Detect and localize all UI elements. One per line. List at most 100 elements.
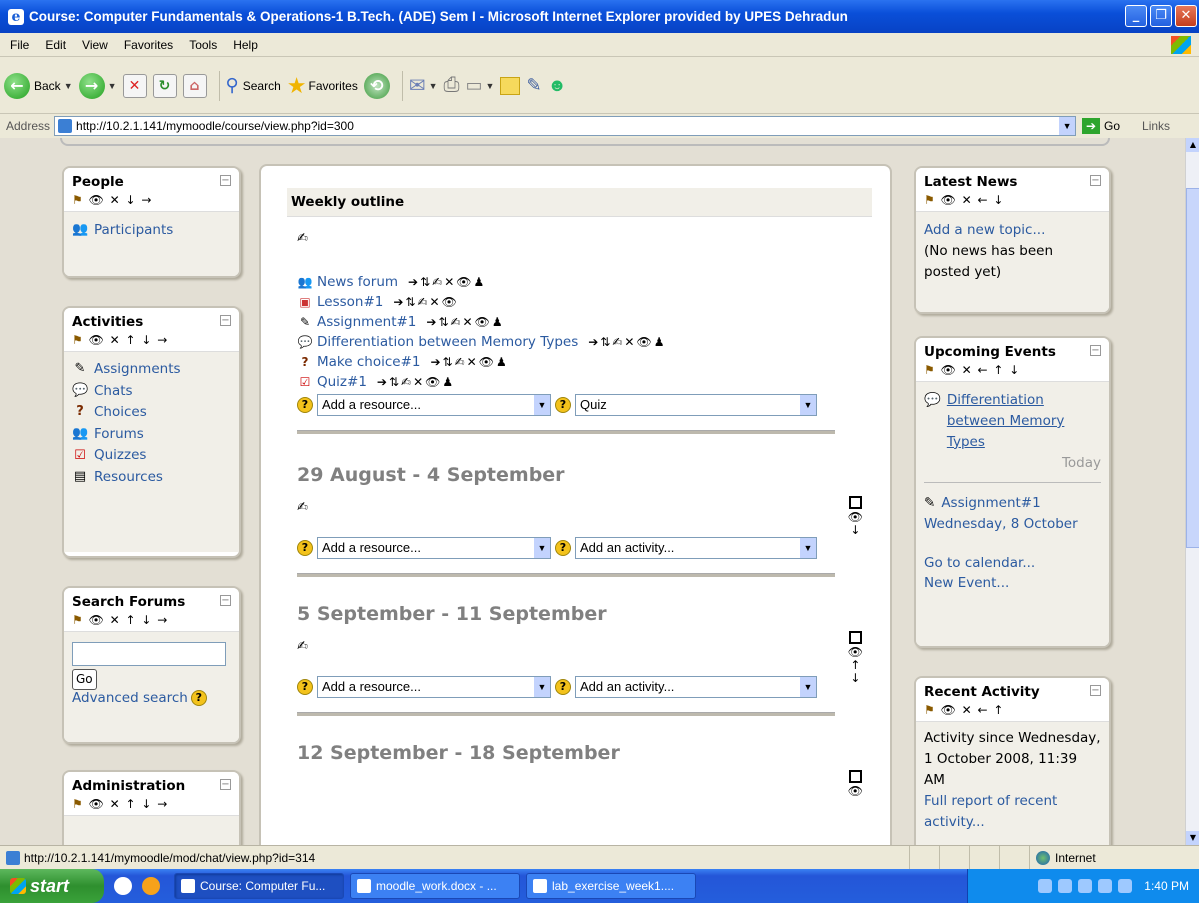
edit-summary-icon[interactable]: ✍ <box>297 500 835 515</box>
activity-link[interactable]: Lesson#1 <box>317 292 383 312</box>
help-icon[interactable]: ? <box>555 540 571 556</box>
week-controls[interactable]: 👁 <box>848 770 863 798</box>
scroll-down-icon[interactable]: ▼ <box>1186 831 1199 845</box>
address-dropdown-icon[interactable]: ▼ <box>1059 117 1076 135</box>
help-icon[interactable]: ? <box>297 540 313 556</box>
event-link[interactable]: Assignment#1 <box>941 493 1040 514</box>
calendar-link[interactable]: Go to calendar... <box>924 553 1101 574</box>
activity-link[interactable]: Make choice#1 <box>317 352 420 372</box>
block-edit-icons[interactable]: ⚑ 👁 ✕ ← ↑ <box>924 703 1101 717</box>
forums-link[interactable]: Forums <box>94 425 144 445</box>
refresh-button[interactable]: ↻ <box>152 73 177 98</box>
scroll-up-icon[interactable]: ▲ <box>1186 138 1199 152</box>
activity-link[interactable]: News forum <box>317 272 398 292</box>
vertical-scrollbar[interactable]: ▲ ▼ <box>1185 138 1199 845</box>
activity-edit-icons[interactable]: ➔⇅✍✕👁 <box>393 292 458 312</box>
edit-button[interactable]: ▭ ▼ <box>466 75 495 96</box>
block-edit-icons[interactable]: ⚑ 👁 ✕ ← ↓ <box>924 193 1101 207</box>
links-button[interactable]: Links <box>1142 119 1170 133</box>
clock[interactable]: 1:40 PM <box>1144 879 1189 893</box>
highlight-icon[interactable] <box>848 770 862 783</box>
collapse-icon[interactable]: − <box>220 779 231 790</box>
highlight-icon[interactable] <box>848 496 862 509</box>
menu-favorites[interactable]: Favorites <box>116 38 181 52</box>
activity-edit-icons[interactable]: ➔⇅✍✕👁♟ <box>588 332 666 352</box>
volume-icon[interactable] <box>1098 879 1113 893</box>
menu-help[interactable]: Help <box>225 38 266 52</box>
address-input[interactable]: http://10.2.1.141/mymoodle/course/view.p… <box>54 116 1077 136</box>
block-edit-icons[interactable]: ⚑ 👁 ✕ ↑ ↓ → <box>72 613 231 627</box>
menu-view[interactable]: View <box>74 38 116 52</box>
help-icon[interactable]: ? <box>555 679 571 695</box>
home-button[interactable]: ⌂ <box>182 73 207 98</box>
research-button[interactable]: ✎ <box>526 75 541 96</box>
add-activity-select[interactable]: Quiz ▼ <box>575 394 817 416</box>
edit-summary-icon[interactable]: ✍ <box>297 231 835 246</box>
resources-link[interactable]: Resources <box>94 468 163 488</box>
collapse-icon[interactable]: − <box>1090 175 1101 186</box>
block-edit-icons[interactable]: ⚑ 👁 ✕ ↑ ↓ → <box>72 797 231 811</box>
collapse-icon[interactable]: − <box>220 315 231 326</box>
help-icon[interactable]: ? <box>297 679 313 695</box>
block-edit-icons[interactable]: ⚑ 👁 ✕ ↓ → <box>72 193 231 207</box>
history-button[interactable]: ⟲ <box>363 72 390 99</box>
maximize-button[interactable]: ❐ <box>1150 5 1172 27</box>
block-edit-icons[interactable]: ⚑ 👁 ✕ ← ↑ ↓ <box>924 363 1101 377</box>
stop-button[interactable]: ✕ <box>122 73 147 98</box>
activity-edit-icons[interactable]: ➔⇅✍✕👁♟ <box>426 312 504 332</box>
menu-file[interactable]: File <box>2 38 37 52</box>
collapse-icon[interactable]: − <box>1090 685 1101 696</box>
go-button[interactable]: ➔ Go <box>1082 118 1120 134</box>
choices-link[interactable]: Choices <box>94 403 147 423</box>
assignments-link[interactable]: Assignments <box>94 360 181 380</box>
quizzes-link[interactable]: Quizzes <box>94 446 146 466</box>
add-activity-select[interactable]: Add an activity... ▼ <box>575 537 817 559</box>
search-button[interactable]: ⚲ Search <box>226 75 281 96</box>
full-report-link[interactable]: Full report of recent activity... <box>924 791 1101 833</box>
forward-button[interactable]: → ▼ <box>78 72 117 99</box>
participants-link[interactable]: Participants <box>94 220 173 241</box>
add-topic-link[interactable]: Add a new topic... <box>924 220 1101 241</box>
search-forums-input[interactable] <box>72 642 226 666</box>
tray-icon[interactable] <box>1038 879 1053 893</box>
chats-link[interactable]: Chats <box>94 382 133 402</box>
media-quicklaunch-icon[interactable] <box>142 877 160 895</box>
activity-edit-icons[interactable]: ➔⇅✍✕👁♟ <box>408 272 486 292</box>
activity-edit-icons[interactable]: ➔⇅✍✕👁♟ <box>377 372 455 392</box>
edit-summary-icon[interactable]: ✍ <box>297 639 835 654</box>
activity-link[interactable]: Assignment#1 <box>317 312 416 332</box>
scroll-thumb[interactable] <box>1186 188 1199 548</box>
back-button[interactable]: ← Back ▼ <box>4 72 73 99</box>
week-controls[interactable]: 👁 ↑ ↓ <box>848 631 863 685</box>
activity-edit-icons[interactable]: ➔⇅✍✕👁♟ <box>430 352 508 372</box>
add-resource-select[interactable]: Add a resource... ▼ <box>317 394 551 416</box>
add-activity-select[interactable]: Add an activity... ▼ <box>575 676 817 698</box>
new-event-link[interactable]: New Event... <box>924 573 1101 594</box>
help-icon[interactable]: ? <box>297 397 313 413</box>
print-button[interactable]: ⎙ <box>444 74 460 97</box>
highlight-icon[interactable] <box>848 631 862 644</box>
collapse-icon[interactable]: − <box>220 595 231 606</box>
activity-link[interactable]: Quiz#1 <box>317 372 367 392</box>
block-edit-icons[interactable]: ⚑ 👁 ✕ ↑ ↓ → <box>72 333 231 347</box>
ie-quicklaunch-icon[interactable] <box>114 877 132 895</box>
favorites-button[interactable]: ★ Favorites <box>287 73 358 99</box>
help-icon[interactable]: ? <box>555 397 571 413</box>
search-go-button[interactable]: Go <box>72 669 97 690</box>
menu-tools[interactable]: Tools <box>181 38 225 52</box>
advanced-search-link[interactable]: Advanced search <box>72 688 188 709</box>
tray-icon[interactable] <box>1078 879 1093 893</box>
network-icon[interactable] <box>1118 879 1133 893</box>
mail-button[interactable]: ✉ ▼ <box>409 73 438 98</box>
collapse-icon[interactable]: − <box>1090 345 1101 356</box>
start-button[interactable]: start <box>0 869 104 903</box>
messenger-button[interactable]: ☻ <box>548 75 567 96</box>
minimize-button[interactable]: _ <box>1125 5 1147 27</box>
taskbar-item[interactable]: Course: Computer Fu... <box>174 873 344 899</box>
help-icon[interactable]: ? <box>190 690 207 707</box>
discuss-button[interactable] <box>500 76 521 95</box>
week-controls[interactable]: 👁 ↓ <box>848 496 863 537</box>
event-link[interactable]: Differentiation between Memory Types <box>947 390 1101 453</box>
menu-edit[interactable]: Edit <box>37 38 74 52</box>
taskbar-item[interactable]: lab_exercise_week1.... <box>526 873 696 899</box>
